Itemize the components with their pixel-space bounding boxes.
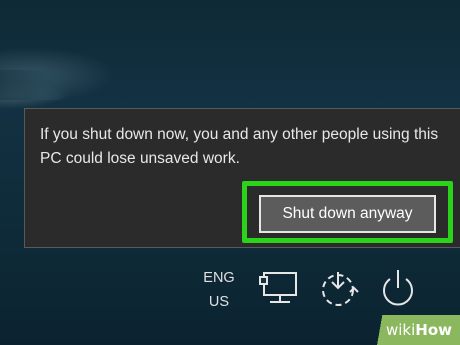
sync-icon[interactable] — [316, 266, 360, 310]
watermark-prefix: wiki — [385, 321, 416, 339]
shut-down-anyway-button[interactable]: Shut down anyway — [259, 195, 436, 233]
watermark-text: wikiHow — [386, 321, 452, 339]
warning-message: If you shut down now, you and any other … — [40, 126, 439, 167]
language-region: US — [208, 294, 230, 310]
power-icon[interactable] — [376, 266, 420, 310]
watermark-suffix: How — [415, 321, 452, 339]
language-code: ENG — [203, 270, 235, 286]
background-rock — [0, 70, 70, 100]
network-icon[interactable] — [254, 266, 298, 310]
language-indicator[interactable]: ENG US — [196, 266, 242, 314]
wikihow-watermark: wikiHow — [360, 315, 460, 345]
